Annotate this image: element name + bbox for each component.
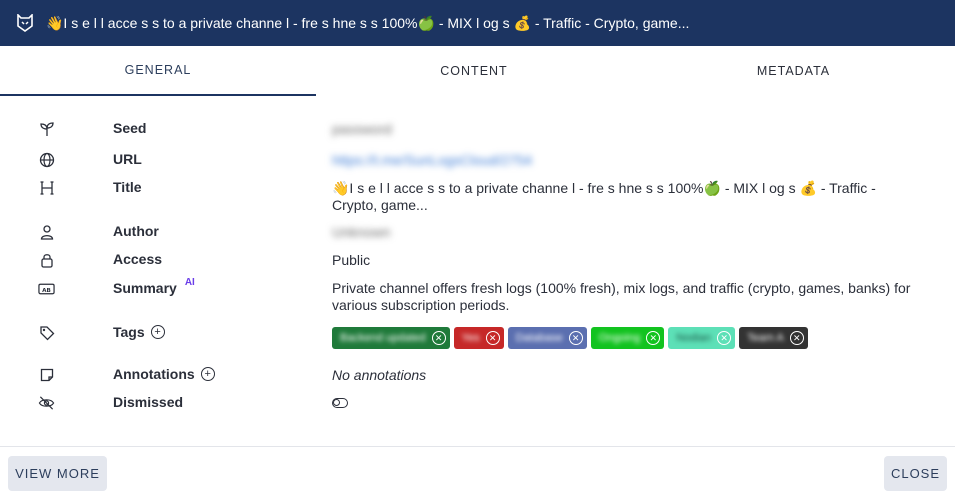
add-annotation-button[interactable]: + [200,367,215,381]
annotations-value: No annotations [332,367,427,383]
dialog-footer: VIEW MORE CLOSE [0,446,955,496]
seed-label: Seed [113,120,147,136]
add-tag-button[interactable]: + [150,325,165,339]
tab-content[interactable]: CONTENT [316,46,632,96]
title-label: Title [113,179,142,195]
tag-chip[interactable]: Backend updated ✕ [332,327,450,349]
summary-icon: AB [38,280,55,297]
title-value: 👋I s e l l acce s s to a private channe … [332,180,876,213]
tag-chip-label: Team A [747,331,784,344]
summary-value: Private channel offers fresh logs (100% … [332,280,911,313]
tag-chip-label: Nodian [676,331,712,344]
heading-icon [38,179,55,196]
svg-text:AB: AB [42,287,51,293]
annotations-label: Annotations + [113,366,215,382]
remove-tag-icon[interactable]: ✕ [717,331,732,345]
tag-chip-label: Yes [461,331,480,344]
user-icon [38,223,55,240]
tags-label: Tags + [113,324,165,340]
tag-chip-label: Backend updated [340,331,426,344]
summary-label-text: Summary [113,280,177,296]
author-value: Unknown [332,224,391,240]
tab-bar: GENERAL CONTENT METADATA [0,46,955,96]
lock-icon [38,251,55,268]
remove-tag-icon[interactable]: ✕ [646,331,661,345]
remove-tag-icon[interactable]: ✕ [431,331,446,345]
url-link[interactable]: https://t.me/SunLogsCloud/2754 [332,152,912,169]
note-icon [38,366,55,383]
sprout-icon [38,120,55,137]
app-logo-icon [16,14,34,32]
remove-tag-icon[interactable]: ✕ [789,331,804,345]
tag-chip[interactable]: Team A ✕ [739,327,808,349]
tags-label-text: Tags [113,324,145,340]
tag-chip-label: Database [515,331,563,344]
url-label: URL [113,151,142,167]
ai-badge: AI [184,276,195,288]
dialog-header: 👋I s e l l acce s s to a private channe … [0,0,955,46]
remove-tag-icon[interactable]: ✕ [568,331,583,345]
seed-value: password [332,121,392,137]
author-label: Author [113,223,159,239]
access-label: Access [113,251,163,267]
view-more-button[interactable]: VIEW MORE [8,456,107,491]
close-button[interactable]: CLOSE [884,456,947,491]
tag-icon [38,324,55,341]
remove-tag-icon[interactable]: ✕ [485,331,500,345]
dismissed-label: Dismissed [113,394,184,410]
globe-icon [38,151,55,168]
summary-label: Summary AI [113,276,195,297]
tag-chip-label: Ongoing [598,331,641,344]
tag-chip[interactable]: Database ✕ [507,327,587,349]
dialog-title: 👋I s e l l acce s s to a private channe … [46,14,690,31]
tab-metadata[interactable]: METADATA [632,46,955,96]
tag-chip[interactable]: Nodian ✕ [668,327,736,349]
dismissed-toggle[interactable] [332,398,348,408]
tag-chip[interactable]: Yes ✕ [453,327,504,349]
tab-general[interactable]: GENERAL [0,46,316,96]
dismissed-toggle-wrap [332,398,912,408]
eye-off-icon [38,394,55,411]
access-value: Public [332,252,371,268]
annotations-label-text: Annotations [113,366,195,382]
tag-list: Backend updated ✕ Yes ✕ Database ✕ Ongoing ✕ Nod… [332,327,912,349]
tag-chip[interactable]: Ongoing ✕ [590,327,665,349]
